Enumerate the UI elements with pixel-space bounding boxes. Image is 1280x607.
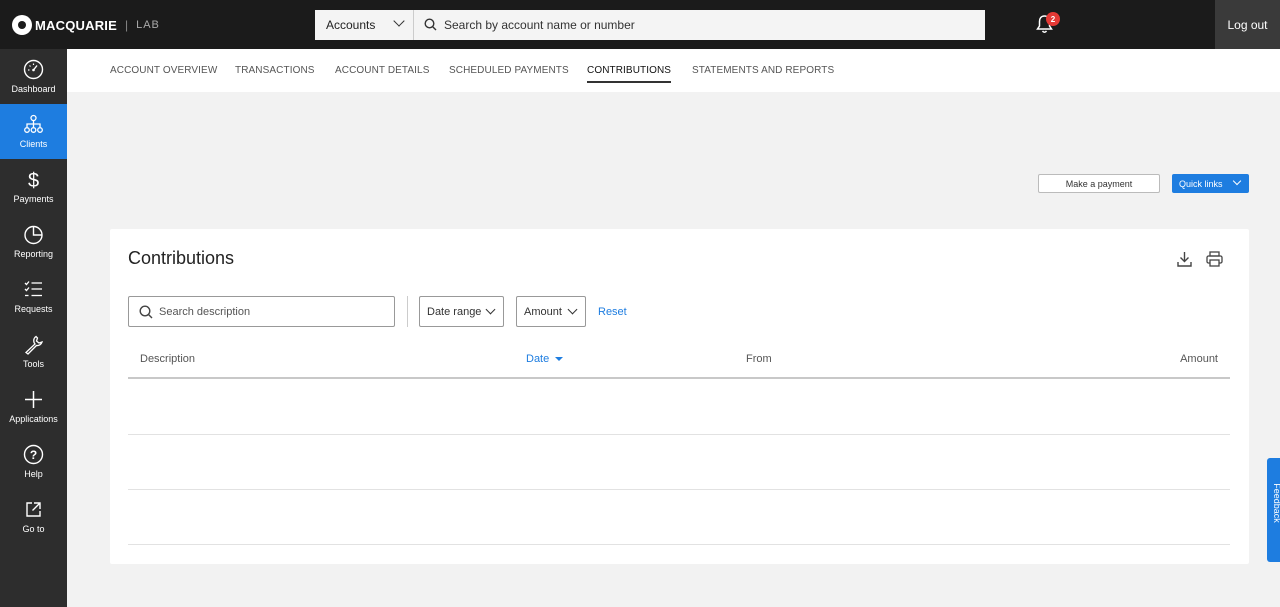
account-search-placeholder: Search by account name or number (444, 18, 635, 32)
sidebar-item-help[interactable]: ? Help (0, 434, 67, 489)
column-header-date[interactable]: Date (526, 353, 564, 365)
table-row-divider (128, 434, 1230, 435)
svg-text:?: ? (30, 448, 37, 462)
column-header-from[interactable]: From (746, 353, 772, 365)
column-header-description[interactable]: Description (140, 353, 195, 365)
top-bar: MACQUARIE | LAB Accounts Search by accou… (0, 0, 1280, 49)
sidebar-item-payments[interactable]: $ Payments (0, 159, 67, 214)
brand-sub: LAB (136, 19, 160, 31)
table-row-divider (128, 489, 1230, 490)
sidebar-item-dashboard[interactable]: Dashboard (0, 49, 67, 104)
wrench-icon (24, 335, 43, 355)
filter-divider (407, 296, 408, 327)
sort-desc-icon (555, 357, 564, 362)
sidebar-item-reporting[interactable]: Reporting (0, 214, 67, 269)
clients-icon (24, 114, 43, 133)
feedback-tab[interactable]: Feedback (1267, 458, 1280, 562)
sidebar-item-label: Reporting (13, 249, 54, 259)
print-icon[interactable] (1206, 251, 1223, 267)
contributions-card: Contributions Search description Date ra… (110, 229, 1249, 564)
chevron-down-icon (567, 304, 578, 315)
page-title: Contributions (128, 248, 235, 268)
table-header-divider (128, 377, 1230, 379)
sidebar-item-label: Applications (9, 414, 58, 424)
help-icon: ? (23, 444, 44, 465)
plus-icon (25, 391, 42, 408)
svg-text:$: $ (28, 170, 39, 190)
brand-separator: | (124, 18, 129, 32)
chevron-down-icon (1232, 176, 1242, 186)
pie-chart-icon (24, 225, 43, 245)
quick-links-button[interactable]: Quick links (1172, 174, 1249, 193)
account-tabs: ACCOUNT OVERVIEW TRANSACTIONS ACCOUNT DE… (67, 49, 1280, 92)
external-link-icon (26, 502, 41, 517)
sidebar-item-label: Payments (13, 194, 54, 204)
search-icon (424, 18, 437, 31)
amount-filter-label: Amount (524, 305, 562, 318)
tab-account-overview[interactable]: ACCOUNT OVERVIEW (110, 65, 217, 76)
make-payment-button[interactable]: Make a payment (1038, 174, 1160, 193)
download-icon[interactable] (1177, 251, 1192, 267)
sidebar-item-label: Tools (22, 359, 44, 369)
search-icon (139, 305, 153, 319)
chevron-down-icon (485, 304, 496, 315)
account-search-input[interactable]: Search by account name or number (414, 10, 985, 40)
reset-filters-link[interactable]: Reset (598, 306, 627, 318)
sidebar: Dashboard Clients $ Payments Reporting R… (0, 49, 67, 607)
feedback-label: Feedback (1271, 483, 1280, 523)
sidebar-item-clients[interactable]: Clients (0, 104, 67, 159)
sidebar-item-label: Dashboard (11, 84, 56, 94)
table-row-divider (128, 544, 1230, 545)
sidebar-item-label: Help (24, 469, 43, 479)
date-range-filter[interactable]: Date range (419, 296, 504, 327)
sidebar-item-requests[interactable]: Requests (0, 269, 67, 324)
sidebar-item-tools[interactable]: Tools (0, 324, 67, 379)
dashboard-icon (23, 59, 44, 80)
tab-account-details[interactable]: ACCOUNT DETAILS (335, 65, 429, 76)
brand-name: MACQUARIE (35, 17, 117, 33)
tab-scheduled-payments[interactable]: SCHEDULED PAYMENTS (449, 65, 569, 76)
quick-links-label: Quick links (1179, 178, 1223, 189)
dollar-icon: $ (28, 170, 39, 190)
macquarie-logo-icon (12, 15, 32, 35)
tab-contributions[interactable]: CONTRIBUTIONS (587, 65, 672, 83)
chevron-down-icon (393, 15, 405, 27)
brand-logo[interactable]: MACQUARIE | LAB (12, 14, 160, 36)
account-type-value: Accounts (326, 18, 376, 32)
column-header-amount[interactable]: Amount (1180, 353, 1218, 365)
tab-statements-and-reports[interactable]: STATEMENTS AND REPORTS (692, 65, 834, 76)
column-header-date-label: Date (526, 353, 550, 365)
tab-transactions[interactable]: TRANSACTIONS (235, 65, 315, 76)
description-search-placeholder: Search description (159, 305, 251, 318)
checklist-icon (24, 281, 42, 297)
sidebar-item-label: Clients (19, 139, 48, 149)
sidebar-item-go-to[interactable]: Go to (0, 489, 67, 544)
description-search-input[interactable]: Search description (128, 296, 395, 327)
sidebar-item-applications[interactable]: Applications (0, 379, 67, 434)
sidebar-item-label: Requests (14, 304, 53, 314)
logout-button[interactable]: Log out (1215, 0, 1280, 49)
notification-count-badge: 2 (1046, 12, 1060, 26)
sidebar-item-label: Go to (22, 524, 45, 534)
date-range-label: Date range (427, 305, 482, 318)
amount-filter[interactable]: Amount (516, 296, 586, 327)
account-type-select[interactable]: Accounts (315, 10, 414, 40)
